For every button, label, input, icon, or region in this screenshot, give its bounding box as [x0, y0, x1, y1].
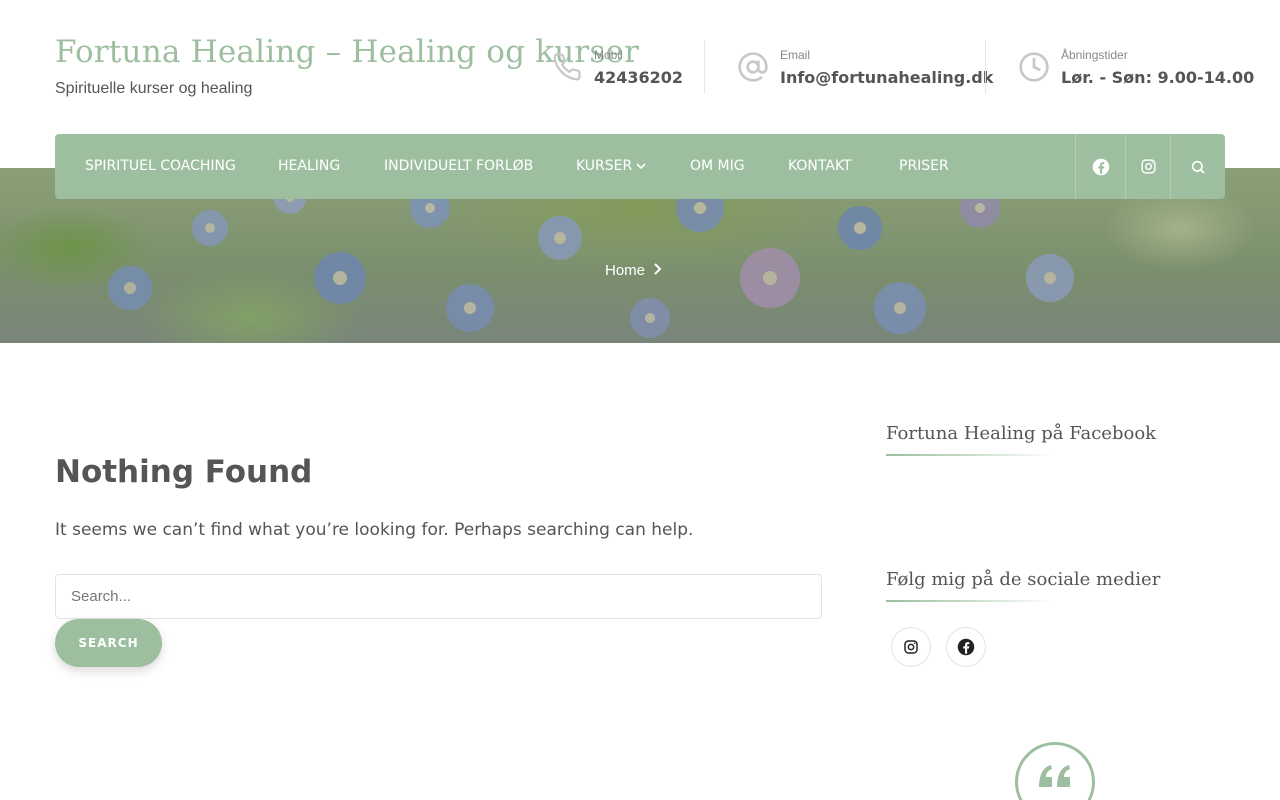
facebook-icon[interactable] [946, 627, 986, 667]
nav-item-kurser-label: Kurser [576, 158, 633, 174]
breadcrumb-home-link[interactable]: Home [605, 262, 645, 279]
contact-email: Email Info@fortunahealing.dk [736, 40, 993, 94]
instagram-icon[interactable] [891, 627, 931, 667]
clock-icon [1017, 50, 1051, 84]
facebook-icon[interactable] [1075, 134, 1125, 199]
nav-actions [1075, 134, 1225, 199]
search-icon[interactable] [1170, 134, 1225, 199]
phone-icon [550, 50, 584, 84]
contact-hours-label: Åbningstider [1061, 47, 1128, 62]
instagram-icon[interactable] [1125, 134, 1170, 199]
contact-hours-value: Lør. - Søn: 9.00-14.00 [1061, 67, 1255, 87]
nav-item-priser[interactable]: Priser [899, 158, 949, 174]
nav-item-spirituel-coaching[interactable]: Spirituel coaching [85, 158, 236, 174]
breadcrumb: Home [605, 262, 663, 279]
widget-underline [886, 454, 1056, 456]
contact-phone: Mobil 42436202 [550, 40, 683, 94]
widget-underline [886, 600, 1056, 602]
page-title: Nothing Found [55, 454, 313, 490]
nav-item-kurser[interactable]: Kurser [576, 158, 646, 174]
contact-phone-label: Mobil [594, 47, 623, 62]
contact-email-value[interactable]: Info@fortunahealing.dk [780, 68, 993, 87]
nav-item-om-mig[interactable]: Om mig [690, 158, 745, 174]
contact-email-label: Email [780, 47, 811, 62]
not-found-message: It seems we can’t find what you’re looki… [55, 520, 694, 540]
nav-item-individuelt-forlob[interactable]: Individuelt forløb [384, 158, 533, 174]
contact-divider [985, 40, 986, 94]
chevron-right-icon [653, 262, 663, 279]
nav-item-kontakt[interactable]: Kontakt [788, 158, 852, 174]
contact-divider [704, 40, 705, 94]
search-input[interactable] [55, 574, 822, 619]
nav-item-healing[interactable]: Healing [278, 158, 340, 174]
contact-phone-value[interactable]: 42436202 [594, 68, 683, 87]
facebook-widget-title: Fortuna Healing på Facebook [886, 423, 1157, 444]
quote-icon [1015, 742, 1095, 800]
contact-hours: Åbningstider Lør. - Søn: 9.00-14.00 [1017, 40, 1254, 94]
search-button[interactable]: Search [55, 619, 162, 667]
chevron-down-icon [636, 158, 646, 174]
social-widget-title: Følg mig på de sociale medier [886, 569, 1161, 590]
at-sign-icon [736, 50, 770, 84]
main-navigation: Spirituel coaching Healing Individuelt f… [55, 134, 1225, 199]
